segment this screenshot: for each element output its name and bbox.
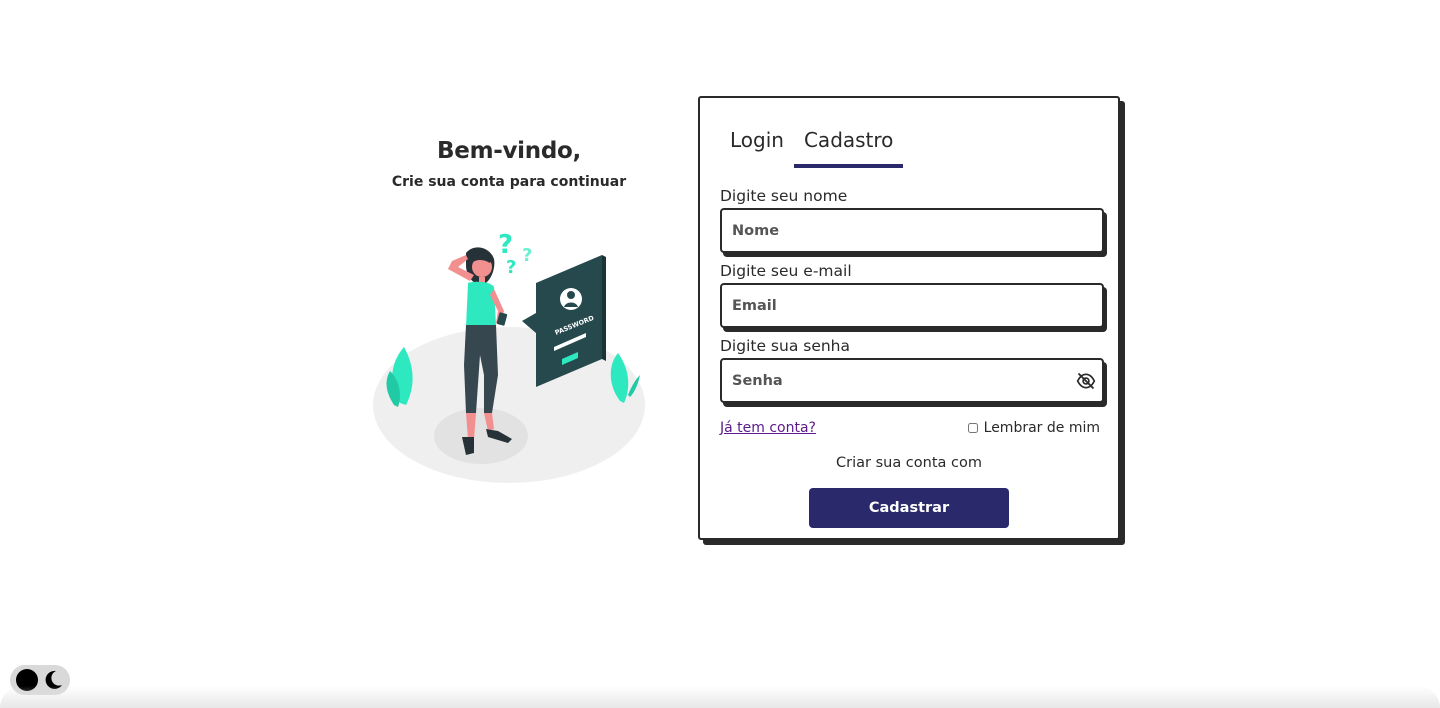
- svg-text:?: ?: [506, 257, 516, 278]
- welcome-title: Bem-vindo,: [437, 138, 581, 164]
- svg-text:?: ?: [498, 230, 513, 260]
- tab-cadastro[interactable]: Cadastro: [793, 124, 904, 168]
- name-input[interactable]: [722, 210, 1102, 251]
- welcome-section: Bem-vindo, Crie sua conta para continuar: [370, 138, 648, 190]
- remember-label: Lembrar de mim: [983, 420, 1100, 436]
- signup-card: Login Cadastro Digite seu nome Digite se…: [698, 96, 1120, 540]
- svg-text:?: ?: [522, 245, 532, 266]
- bottom-shadow: [0, 686, 1440, 708]
- eye-off-icon[interactable]: [1076, 371, 1096, 391]
- form-options-row: Já tem conta? Lembrar de mim: [720, 420, 1100, 436]
- cadastrar-button[interactable]: Cadastrar: [809, 488, 1009, 528]
- email-field-wrapper: [720, 283, 1104, 328]
- email-label: Digite seu e-mail: [720, 262, 852, 280]
- have-account-link[interactable]: Já tem conta?: [720, 420, 816, 436]
- name-label: Digite seu nome: [720, 187, 848, 205]
- create-with-text: Criar sua conta com: [836, 455, 982, 471]
- password-input[interactable]: [722, 360, 1102, 401]
- welcome-subtitle: Crie sua conta para continuar: [391, 174, 627, 190]
- name-field-wrapper: [720, 208, 1104, 253]
- password-illustration: PASSWORD ? ? ?: [373, 230, 645, 483]
- email-input[interactable]: [722, 285, 1102, 326]
- remember-checkbox[interactable]: [967, 423, 978, 433]
- password-label: Digite sua senha: [720, 337, 851, 355]
- remember-me[interactable]: Lembrar de mim: [967, 420, 1100, 436]
- tab-login[interactable]: Login: [720, 124, 794, 168]
- password-field-wrapper: [720, 358, 1104, 403]
- auth-tabs: Login Cadastro: [720, 124, 904, 168]
